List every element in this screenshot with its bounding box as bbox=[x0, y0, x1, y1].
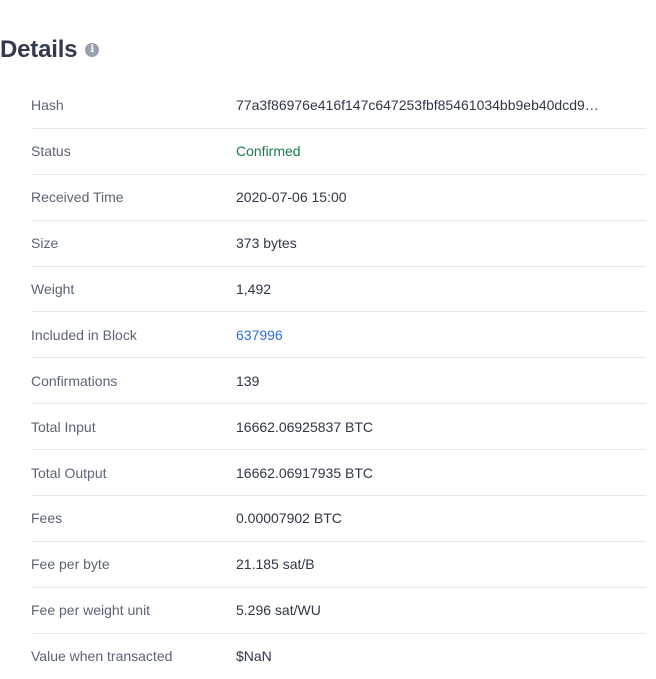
info-icon[interactable]: i bbox=[85, 43, 100, 57]
row-weight: Weight 1,492 bbox=[31, 267, 646, 313]
row-total-output: Total Output 16662.06917935 BTC bbox=[31, 450, 646, 497]
hash-value[interactable]: 77a3f86976e416f147c647253fbf85461034bb9e… bbox=[236, 97, 599, 113]
fee-per-weight-unit-label: Fee per weight unit bbox=[31, 602, 151, 619]
total-input-value: 16662.06925837 BTC bbox=[236, 418, 373, 435]
row-included-in-block: Included in Block 637996 bbox=[31, 312, 646, 359]
details-table: Hash 77a3f86976e416f147c647253fbf8546103… bbox=[31, 83, 646, 679]
status-label: Status bbox=[31, 143, 71, 160]
row-received-time: Received Time 2020-07-06 15:00 bbox=[31, 175, 646, 221]
received-time-value: 2020-07-06 15:00 bbox=[236, 189, 347, 206]
total-output-value: 16662.06917935 BTC bbox=[236, 464, 373, 481]
fee-per-weight-unit-value: 5.296 sat/WU bbox=[236, 602, 321, 619]
row-fee-per-byte: Fee per byte 21.185 sat/B bbox=[31, 542, 646, 588]
size-label: Size bbox=[31, 235, 59, 252]
hash-label: Hash bbox=[31, 97, 64, 114]
row-fees: Fees 0.00007902 BTC bbox=[31, 496, 646, 542]
fees-label: Fees bbox=[31, 510, 63, 527]
block-link[interactable]: 637996 bbox=[236, 327, 283, 343]
row-status: Status Confirmed bbox=[31, 129, 646, 175]
status-value: Confirmed bbox=[236, 143, 301, 160]
details-header: Details i bbox=[0, 36, 100, 64]
confirmations-value: 139 bbox=[236, 372, 260, 389]
weight-label: Weight bbox=[31, 281, 75, 297]
confirmations-label: Confirmations bbox=[31, 372, 118, 389]
row-total-input: Total Input 16662.06925837 BTC bbox=[31, 404, 646, 451]
received-time-label: Received Time bbox=[31, 189, 124, 206]
fee-per-byte-label: Fee per byte bbox=[31, 556, 110, 573]
row-hash: Hash 77a3f86976e416f147c647253fbf8546103… bbox=[31, 83, 646, 129]
row-fee-per-weight-unit: Fee per weight unit 5.296 sat/WU bbox=[31, 588, 646, 634]
row-size: Size 373 bytes bbox=[31, 221, 646, 267]
size-value: 373 bytes bbox=[236, 235, 297, 252]
transaction-details-page: Details i Hash 77a3f86976e416f147c647253… bbox=[0, 0, 656, 679]
fees-value: 0.00007902 BTC bbox=[236, 510, 342, 527]
weight-value: 1,492 bbox=[236, 281, 272, 297]
row-value-when-transacted: Value when transacted $NaN bbox=[31, 634, 646, 679]
total-input-label: Total Input bbox=[31, 418, 96, 435]
page-title: Details bbox=[0, 36, 78, 63]
included-in-block-label: Included in Block bbox=[31, 326, 137, 343]
row-confirmations: Confirmations 139 bbox=[31, 358, 646, 405]
value-when-transacted-label: Value when transacted bbox=[31, 648, 173, 665]
value-when-transacted-value: $NaN bbox=[236, 648, 272, 665]
total-output-label: Total Output bbox=[31, 464, 107, 481]
fee-per-byte-value: 21.185 sat/B bbox=[236, 556, 315, 573]
